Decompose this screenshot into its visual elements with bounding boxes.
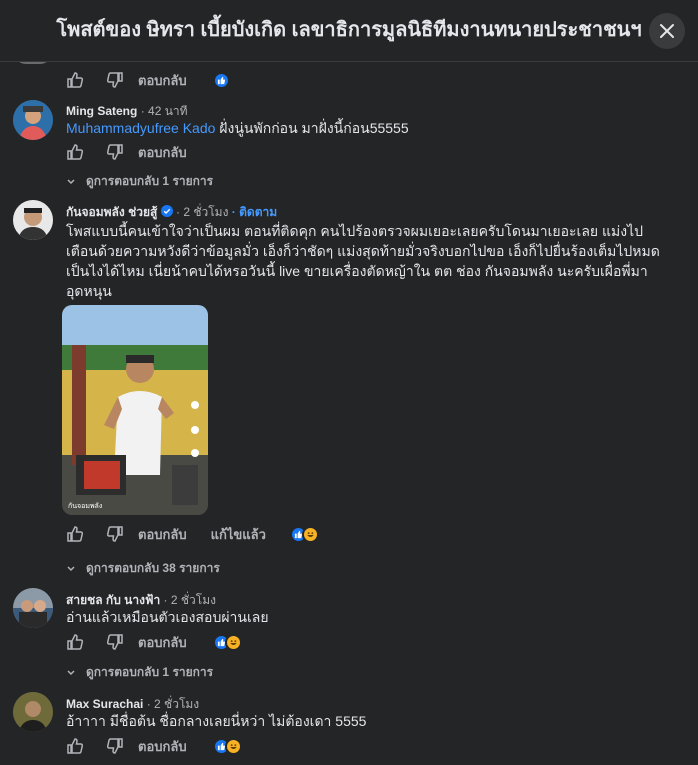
comment-text: อ่านแล้วเหมือนตัวเองสอบผ่านเลย: [66, 609, 269, 625]
comment-text: ฝั่งนู่นพักก่อน มาฝั่งนี้ก่อน55555: [215, 120, 409, 136]
dislike-icon[interactable]: [106, 633, 124, 651]
view-replies-label: ดูการตอบกลับ 38 รายการ: [86, 561, 220, 575]
reaction-summary[interactable]: [212, 633, 242, 651]
haha-reaction-icon: [224, 633, 242, 651]
comment-author[interactable]: กันจอมพลัง ช่วยสู้: [66, 205, 157, 219]
dialog-title: โพสต์ของ ษิทรา เบี้ยบังเกิด เลขาธิการมูล…: [56, 19, 642, 41]
comment-image[interactable]: กันจอมพลัง: [62, 305, 208, 515]
dislike-icon[interactable]: [106, 143, 124, 161]
reply-button[interactable]: ตอบกลับ: [138, 736, 187, 757]
avatar[interactable]: [14, 62, 52, 64]
reply-button[interactable]: ตอบกลับ: [138, 70, 187, 91]
reply-button[interactable]: ตอบกลับ: [138, 524, 187, 545]
comment-author[interactable]: Ming Sateng: [66, 104, 137, 118]
edited-label: แก้ไขแล้ว: [210, 526, 266, 542]
follow-button[interactable]: · ติดตาม: [232, 205, 277, 219]
dislike-icon[interactable]: [106, 525, 124, 543]
dialog-header: โพสต์ของ ษิทรา เบี้ยบังเกิด เลขาธิการมูล…: [0, 0, 698, 62]
view-replies-label: ดูการตอบกลับ 1 รายการ: [86, 665, 214, 679]
reply-button[interactable]: ตอบกลับ: [138, 142, 187, 163]
reply-button[interactable]: ตอบกลับ: [138, 632, 187, 653]
chevron-down-icon: [67, 669, 75, 675]
action-row: ตอบกลับ แก้ไขแล้ว: [66, 524, 319, 544]
comment-meta: กันจอมพลัง ช่วยสู้ · 2 ชั่วโมง · ติดตาม: [66, 203, 277, 222]
avatar[interactable]: [13, 692, 53, 732]
like-icon[interactable]: [66, 737, 84, 755]
comment-text: อ้าาาา มีชื่อต้น ชื่อกลางเลยนี่หว่า ไม่ต…: [66, 713, 367, 729]
comment-body: Muhammadyufree Kado ฝั่งนู่นพักก่อน มาฝั…: [66, 118, 666, 138]
comment-time[interactable]: · 2 ชั่วโมง: [147, 697, 199, 711]
close-icon: [660, 24, 674, 38]
avatar[interactable]: [13, 200, 53, 240]
avatar[interactable]: [13, 588, 53, 628]
haha-reaction-icon: [301, 525, 319, 543]
view-replies-link[interactable]: ดูการตอบกลับ 1 รายการ: [66, 172, 213, 191]
reaction-summary[interactable]: [212, 71, 230, 89]
comments-scroll-area[interactable]: ตอบกลับ Ming Sateng · 42 นาที Muhammadyu…: [0, 62, 698, 765]
reaction-summary[interactable]: [289, 525, 319, 543]
dislike-icon[interactable]: [106, 737, 124, 755]
comment-author[interactable]: สายชล กับ นางฟ้า: [66, 593, 160, 607]
action-row-previous: ตอบกลับ: [66, 70, 230, 90]
comment-time[interactable]: · 42 นาที: [141, 104, 188, 118]
dislike-icon[interactable]: [106, 71, 124, 89]
chevron-down-icon: [67, 565, 75, 571]
mention-link[interactable]: Muhammadyufree Kado: [66, 120, 215, 136]
haha-reaction-icon: [224, 737, 242, 755]
like-icon[interactable]: [66, 143, 84, 161]
close-button[interactable]: [649, 13, 685, 49]
comment-text: โพสแบบนี้คนเข้าใจว่าเป็นผม ตอนที่ติดคุก …: [66, 223, 660, 299]
comment-time[interactable]: · 2 ชั่วโมง: [164, 593, 216, 607]
reaction-summary[interactable]: [212, 737, 242, 755]
action-row: ตอบกลับ: [66, 142, 187, 162]
image-caption: กันจอมพลัง: [68, 503, 103, 510]
like-icon[interactable]: [66, 633, 84, 651]
view-replies-label: ดูการตอบกลับ 1 รายการ: [86, 174, 214, 188]
action-row: ตอบกลับ: [66, 736, 242, 756]
like-icon[interactable]: [66, 71, 84, 89]
view-replies-link[interactable]: ดูการตอบกลับ 1 รายการ: [66, 663, 213, 682]
verified-badge-icon: [160, 205, 173, 217]
like-icon[interactable]: [66, 525, 84, 543]
action-row: ตอบกลับ: [66, 632, 242, 652]
comment-time[interactable]: · 2 ชั่วโมง: [176, 205, 228, 219]
avatar[interactable]: [13, 100, 53, 140]
comment-author[interactable]: Max Surachai: [66, 697, 143, 711]
chevron-down-icon: [67, 178, 75, 184]
view-replies-link[interactable]: ดูการตอบกลับ 38 รายการ: [66, 559, 220, 578]
like-reaction-icon: [212, 71, 230, 89]
